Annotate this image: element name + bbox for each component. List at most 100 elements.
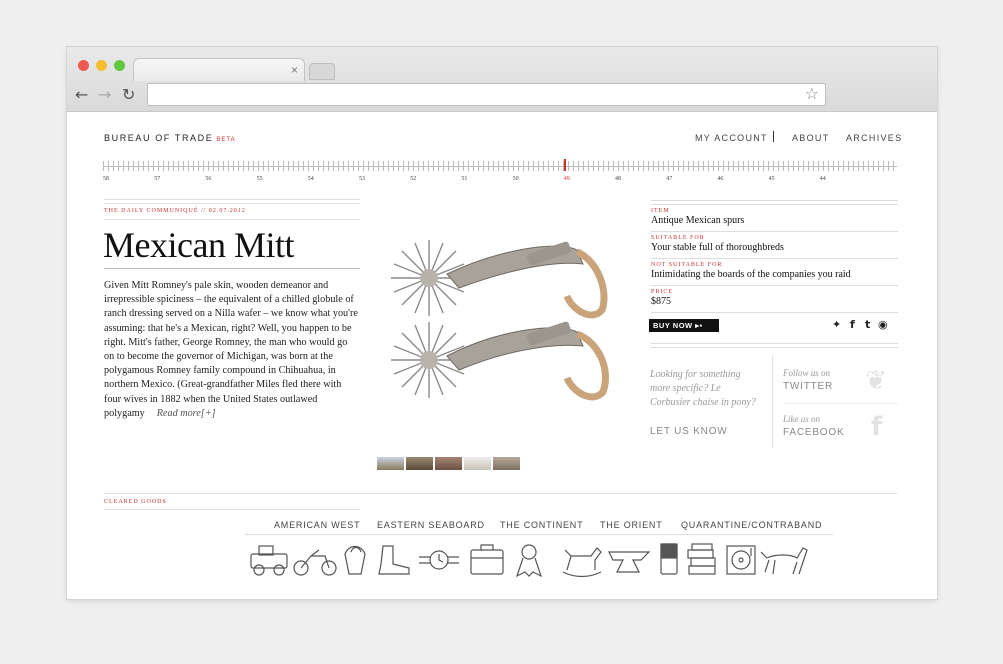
- divider: [651, 231, 898, 232]
- category-the-orient[interactable]: THE ORIENT: [600, 520, 663, 530]
- divider: [651, 343, 898, 344]
- twitter-link[interactable]: TWITTER: [783, 381, 833, 392]
- timeline-current-marker: [564, 159, 566, 171]
- divider: [651, 347, 898, 348]
- divider: [651, 204, 898, 205]
- suitable-value: Your stable full of thoroughbreds: [651, 242, 784, 253]
- divider: [104, 493, 897, 494]
- article-body: Given Mitt Romney's pale skin, wooden de…: [104, 279, 360, 421]
- bookmark-star-icon[interactable]: ☆: [805, 84, 819, 103]
- tab-close-icon[interactable]: ×: [291, 63, 298, 77]
- divider: [104, 219, 360, 220]
- suitable-label: SUITABLE FOR: [651, 235, 705, 241]
- facebook-icon[interactable]: f: [850, 318, 855, 331]
- nav-archives[interactable]: ARCHIVES: [846, 133, 902, 143]
- timeline-number[interactable]: 51: [461, 176, 467, 182]
- web-page: BUREAU OF TRADE BETA MY ACCOUNT ABOUT ARC…: [67, 112, 937, 599]
- ribbon-icon[interactable]: [515, 544, 543, 578]
- thumbnail[interactable]: [377, 457, 404, 470]
- forward-arrow-icon[interactable]: →: [98, 85, 111, 104]
- briefcase-icon[interactable]: [470, 544, 504, 575]
- stumbleupon-icon[interactable]: ◉: [878, 318, 888, 331]
- like-facebook-label: Like us on: [783, 414, 820, 424]
- article-kicker: THE DAILY COMMUNIQUÉ // 02.07.2012: [104, 208, 246, 214]
- price-value: $875: [651, 296, 671, 307]
- soup-can-icon[interactable]: [660, 543, 678, 575]
- divider: [651, 258, 898, 259]
- tumblr-icon[interactable]: t: [865, 318, 870, 331]
- motorcycle-icon[interactable]: [293, 549, 337, 576]
- facebook-link[interactable]: FACEBOOK: [783, 427, 844, 438]
- browser-chrome: × ← → ↻ ☆: [67, 47, 937, 112]
- boot-icon[interactable]: [378, 545, 410, 575]
- timeline-number[interactable]: 52: [410, 176, 416, 182]
- timeline-number[interactable]: 58: [103, 176, 109, 182]
- divider: [783, 403, 898, 404]
- minimize-window-button[interactable]: [96, 60, 107, 71]
- item-value: Antique Mexican spurs: [651, 215, 745, 226]
- thumbnail[interactable]: [464, 457, 491, 470]
- divider: [651, 312, 898, 313]
- divider: [104, 203, 360, 204]
- timeline-ruler[interactable]: [103, 161, 897, 171]
- thumbnail[interactable]: [435, 457, 462, 470]
- reload-icon[interactable]: ↻: [122, 85, 135, 104]
- beta-badge: BETA: [216, 137, 236, 143]
- books-icon[interactable]: [687, 543, 716, 575]
- anvil-icon[interactable]: [608, 551, 651, 573]
- divider: [651, 285, 898, 286]
- article-title: Mexican Mitt: [103, 225, 294, 265]
- bag-icon[interactable]: [344, 545, 366, 575]
- twitter-bird-icon[interactable]: ❦: [865, 366, 887, 396]
- twitter-icon[interactable]: ✦: [832, 318, 841, 331]
- contact-question: Looking for something more specific? Le …: [650, 369, 756, 408]
- item-label: ITEM: [651, 208, 670, 214]
- nav-my-account[interactable]: MY ACCOUNT: [695, 133, 768, 143]
- address-bar[interactable]: ☆: [147, 83, 826, 106]
- watch-icon[interactable]: [419, 550, 459, 570]
- image-thumbnails: [377, 457, 520, 470]
- timeline-number[interactable]: 50: [513, 176, 519, 182]
- product-image-spurs: [391, 240, 609, 401]
- divider: [104, 509, 360, 510]
- let-us-know-link[interactable]: LET US KNOW: [650, 426, 728, 437]
- divider: [104, 199, 360, 200]
- buy-now-button[interactable]: BUY NOW ▸▪: [649, 319, 719, 332]
- timeline-number[interactable]: 48: [615, 176, 621, 182]
- cleared-goods-heading: CLEARED GOODS: [104, 499, 167, 505]
- nav-about[interactable]: ABOUT: [792, 133, 830, 143]
- timeline-number[interactable]: 53: [359, 176, 365, 182]
- read-more-link[interactable]: Read more[+]: [157, 408, 216, 419]
- category-american-west[interactable]: AMERICAN WEST: [274, 520, 360, 530]
- timeline-number[interactable]: 49: [564, 176, 570, 182]
- thumbnail[interactable]: [493, 457, 520, 470]
- timeline-number[interactable]: 46: [717, 176, 723, 182]
- zoom-window-button[interactable]: [114, 60, 125, 71]
- category-quarantine-contraband[interactable]: QUARANTINE/CONTRABAND: [681, 520, 822, 530]
- timeline-number[interactable]: 44: [820, 176, 826, 182]
- thumbnail[interactable]: [406, 457, 433, 470]
- facebook-f-icon[interactable]: f: [871, 412, 882, 442]
- dog-icon[interactable]: [760, 547, 808, 575]
- browser-tab[interactable]: ×: [133, 58, 305, 81]
- category-eastern-seaboard[interactable]: EASTERN SEABOARD: [377, 520, 485, 530]
- timeline-number[interactable]: 54: [308, 176, 314, 182]
- jeep-icon[interactable]: [250, 545, 288, 576]
- price-label: PRICE: [651, 289, 674, 295]
- timeline-number[interactable]: 57: [154, 176, 160, 182]
- not-suitable-value: Intimidating the boards of the companies…: [651, 269, 851, 280]
- site-logo[interactable]: BUREAU OF TRADE BETA: [104, 133, 236, 143]
- record-player-icon[interactable]: [726, 545, 756, 575]
- timeline-number[interactable]: 45: [769, 176, 775, 182]
- price-field: PRICE $875: [651, 289, 898, 307]
- back-arrow-icon[interactable]: ←: [75, 85, 88, 104]
- timeline-number[interactable]: 47: [666, 176, 672, 182]
- timeline-number[interactable]: 56: [205, 176, 211, 182]
- category-the-continent[interactable]: THE CONTINENT: [500, 520, 583, 530]
- close-window-button[interactable]: [78, 60, 89, 71]
- rocking-horse-icon[interactable]: [562, 547, 602, 578]
- timeline-number[interactable]: 55: [257, 176, 263, 182]
- follow-twitter-label: Follow us on: [783, 368, 831, 378]
- contact-divider: [772, 355, 773, 448]
- new-tab-button[interactable]: [309, 63, 335, 80]
